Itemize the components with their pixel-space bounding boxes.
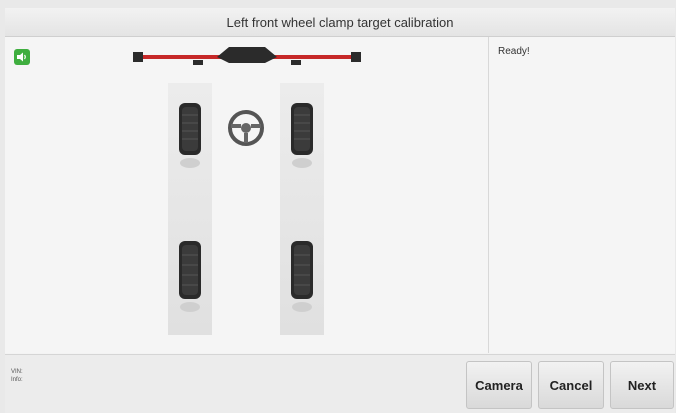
- rear-right-tire-icon: [291, 241, 313, 312]
- camera-button[interactable]: Camera: [466, 361, 532, 409]
- front-right-tire-icon: [291, 103, 313, 168]
- rear-left-tire-icon: [179, 241, 201, 312]
- status-message: Ready!: [498, 46, 530, 57]
- next-button-label: Next: [627, 377, 657, 393]
- status-pane: Ready!: [489, 37, 675, 353]
- page-title: Left front wheel clamp target calibratio…: [226, 14, 454, 30]
- front-left-tire-icon: [179, 103, 201, 168]
- camera-button-label: Camera: [475, 377, 523, 393]
- next-button[interactable]: Next: [610, 361, 674, 409]
- speaker-icon: [17, 52, 26, 62]
- title-bar: Left front wheel clamp target calibratio…: [5, 8, 675, 37]
- calibration-screen: Left front wheel clamp target calibratio…: [5, 8, 675, 413]
- cancel-button[interactable]: Cancel: [538, 361, 604, 409]
- steering-wheel-icon: [228, 110, 264, 146]
- cancel-button-label: Cancel: [549, 377, 593, 393]
- info-label: Info:: [11, 377, 23, 383]
- vin-label: VIN:: [11, 369, 23, 375]
- vehicle-diagram-pane: [5, 37, 488, 353]
- sound-button[interactable]: [14, 49, 30, 65]
- bottom-toolbar: VIN: Info: Camera Cancel Next: [5, 354, 675, 413]
- clamp-target-beam-icon: [133, 47, 361, 65]
